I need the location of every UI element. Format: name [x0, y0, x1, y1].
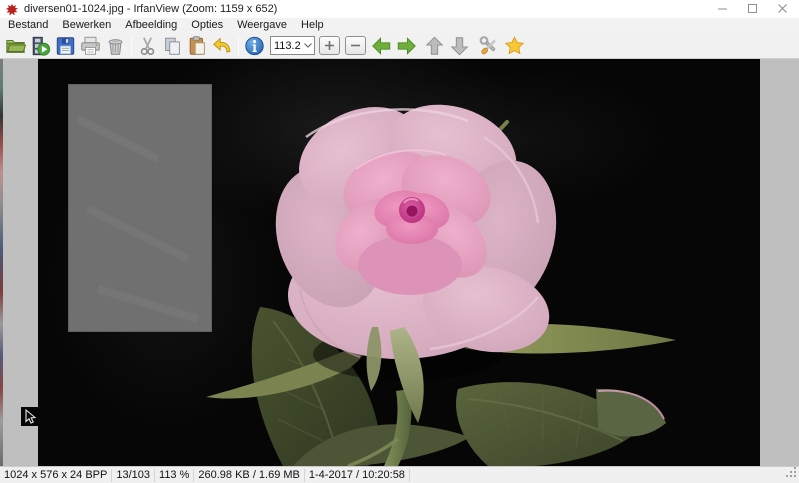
arrow-up-icon: [423, 35, 446, 57]
statusbar: 1024 x 576 x 24 BPP 13/103 113 % 260.98 …: [0, 466, 799, 483]
save-button[interactable]: [53, 34, 78, 58]
first-image-button[interactable]: [422, 34, 447, 58]
print-icon: [79, 35, 102, 57]
open-folder-icon: [4, 35, 27, 57]
delete-button[interactable]: [103, 34, 128, 58]
zoom-combobox[interactable]: 113.2: [270, 36, 315, 55]
menu-bestand[interactable]: Bestand: [1, 18, 55, 33]
menu-afbeelding[interactable]: Afbeelding: [118, 18, 184, 33]
menu-help[interactable]: Help: [294, 18, 331, 33]
minimize-icon: [718, 4, 728, 14]
slideshow-button[interactable]: [28, 34, 53, 58]
paste-button[interactable]: [185, 34, 210, 58]
irfanview-app-icon: [6, 3, 18, 15]
menu-bewerken[interactable]: Bewerken: [55, 18, 118, 33]
toolbar-separator: [238, 36, 239, 56]
open-button[interactable]: [3, 34, 28, 58]
toolbar-separator: [131, 36, 132, 56]
favorites-star-icon: [503, 35, 526, 57]
selection-rectangle[interactable]: [68, 84, 212, 332]
resize-grip-icon: [786, 467, 797, 478]
last-image-button[interactable]: [447, 34, 472, 58]
close-icon: [778, 4, 788, 14]
status-file-size: 260.98 KB / 1.69 MB: [194, 469, 305, 482]
delete-trash-icon: [104, 35, 127, 57]
chevron-down-icon: [304, 43, 312, 48]
undo-button[interactable]: [210, 34, 235, 58]
maximize-icon: [748, 4, 758, 14]
image-viewer-area: [0, 59, 799, 466]
properties-button[interactable]: [477, 34, 502, 58]
info-icon: [243, 35, 266, 57]
mouse-cursor: [21, 407, 38, 426]
status-file-datetime: 1-4-2017 / 10:20:58: [305, 469, 410, 482]
status-zoom-percent: 113 %: [155, 469, 194, 482]
print-button[interactable]: [78, 34, 103, 58]
undo-icon: [211, 35, 234, 57]
cursor-arrow-icon: [21, 407, 38, 426]
status-image-info: 1024 x 576 x 24 BPP: [0, 469, 112, 482]
resize-grip[interactable]: [786, 467, 797, 481]
zoom-in-icon: [324, 40, 335, 51]
save-icon: [54, 35, 77, 57]
info-button[interactable]: [242, 34, 267, 58]
cut-scissors-icon: [136, 35, 159, 57]
copy-icon: [161, 35, 184, 57]
zoom-out-icon: [350, 40, 361, 51]
arrow-right-icon: [395, 35, 418, 57]
cut-button[interactable]: [135, 34, 160, 58]
zoom-value: 113.2: [271, 40, 304, 52]
arrow-left-icon: [370, 35, 393, 57]
minimize-button[interactable]: [708, 0, 738, 18]
maximize-button[interactable]: [738, 0, 768, 18]
close-button[interactable]: [768, 0, 798, 18]
favorites-button[interactable]: [502, 34, 527, 58]
status-file-index: 13/103: [112, 469, 155, 482]
next-image-button[interactable]: [394, 34, 419, 58]
irfanview-window: diversen01-1024.jpg - IrfanView (Zoom: 1…: [0, 0, 799, 483]
slideshow-icon: [29, 35, 52, 57]
toolbar: 113.2: [0, 33, 799, 59]
tools-icon: [478, 35, 501, 57]
paste-clipboard-icon: [186, 35, 209, 57]
arrow-down-icon: [448, 35, 471, 57]
previous-image-button[interactable]: [369, 34, 394, 58]
edge-artifact-strip: [0, 59, 3, 466]
menubar: Bestand Bewerken Afbeelding Opties Weerg…: [0, 18, 799, 33]
copy-button[interactable]: [160, 34, 185, 58]
zoom-in-button[interactable]: [319, 36, 340, 55]
zoom-out-button[interactable]: [345, 36, 366, 55]
menu-opties[interactable]: Opties: [184, 18, 230, 33]
window-title: diversen01-1024.jpg - IrfanView (Zoom: 1…: [24, 3, 277, 15]
photo-canvas[interactable]: [38, 59, 760, 466]
menu-weergave[interactable]: Weergave: [230, 18, 294, 33]
titlebar: diversen01-1024.jpg - IrfanView (Zoom: 1…: [0, 0, 799, 18]
